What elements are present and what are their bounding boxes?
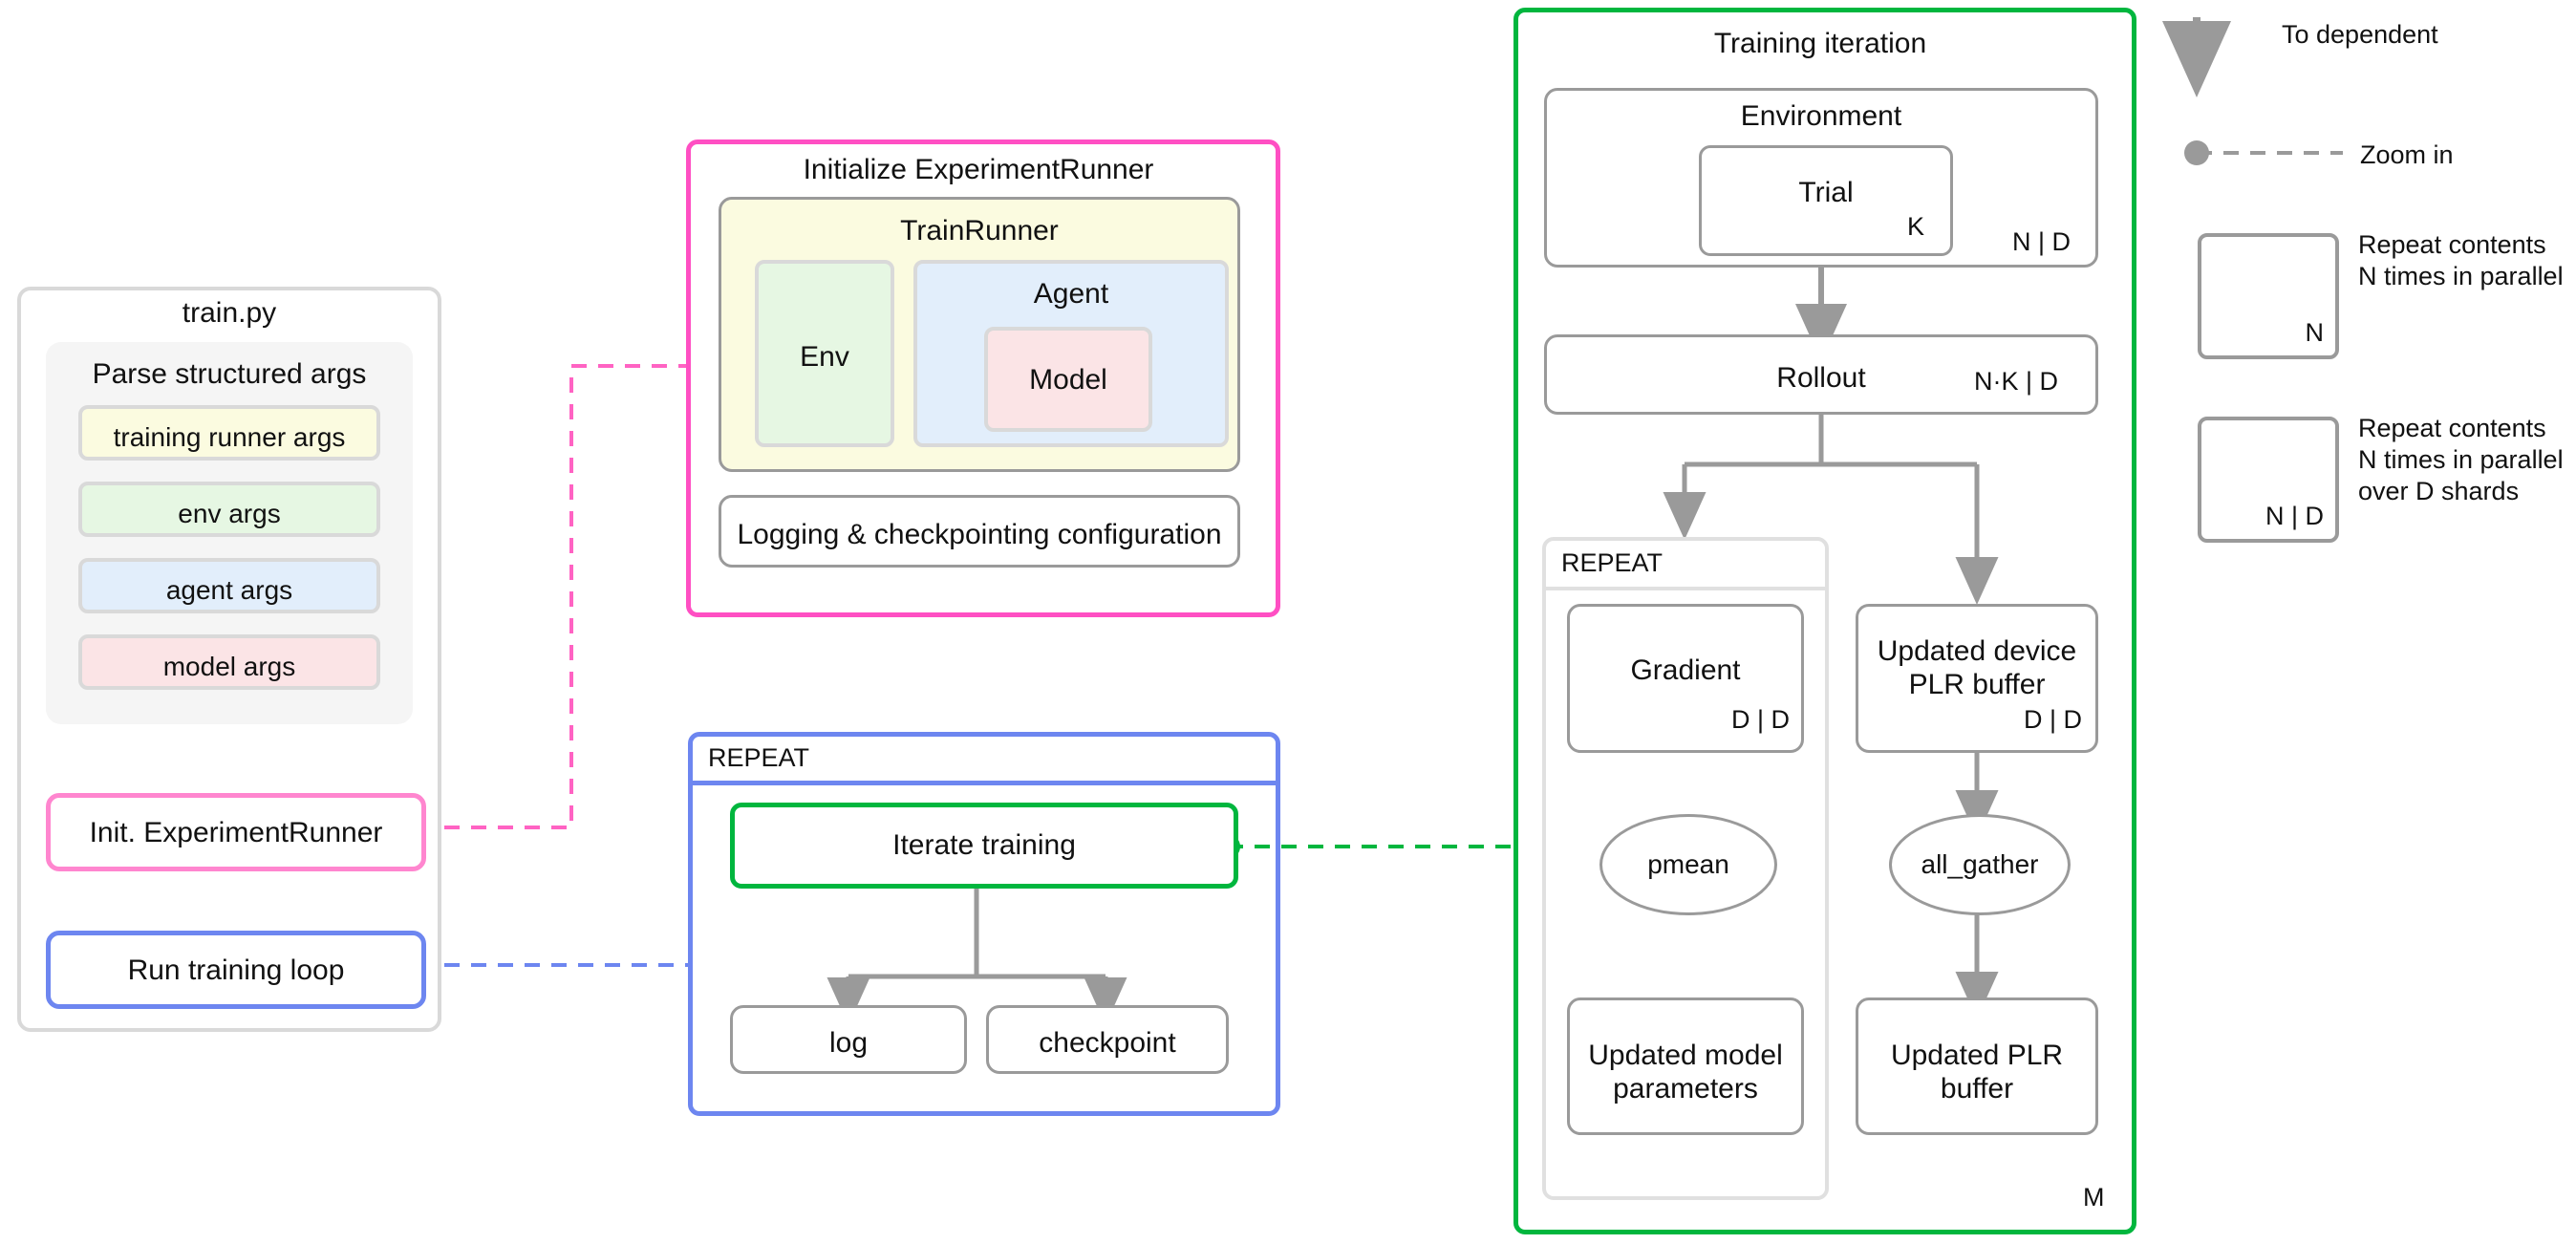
legend-box-n-icon: N: [2198, 233, 2339, 359]
device-buffer-corner-label: D | D: [2024, 705, 2083, 734]
training-iteration-title: Training iteration: [1713, 28, 1927, 59]
logging-checkpointing-block[interactable]: Logging & checkpointing configuration: [719, 495, 1240, 568]
pmean-label: pmean: [1647, 849, 1729, 879]
rollout-corner-label: N·K | D: [1974, 367, 2059, 396]
legend-box-nd-icon: N | D: [2198, 417, 2339, 543]
arg-chip-agent[interactable]: agent args: [78, 558, 380, 613]
agent-block-label: Agent: [1033, 278, 1109, 310]
init-experiment-runner-label: Init. ExperimentRunner: [89, 817, 383, 848]
training-iteration-corner-label: M: [2083, 1183, 2105, 1212]
parse-structured-args-title: Parse structured args: [92, 358, 367, 390]
run-training-loop-label: Run training loop: [127, 954, 345, 986]
iterate-training-node[interactable]: Iterate training: [730, 803, 1238, 889]
legend-box-nd-corner: N | D: [2265, 502, 2324, 530]
iterate-training-label: Iterate training: [892, 829, 1076, 861]
init-experiment-runner-node[interactable]: Init. ExperimentRunner: [46, 793, 426, 871]
inner-repeat-header-label: REPEAT: [1561, 548, 1664, 577]
updated-model-parameters-block: Updated model parameters: [1567, 997, 1804, 1135]
checkpoint-node[interactable]: checkpoint: [986, 1005, 1229, 1074]
legend-item-repeat-n-label: Repeat contents N times in parallel: [2358, 230, 2564, 290]
env-block-label: Env: [800, 341, 849, 373]
all-gather-label: all_gather: [1921, 849, 2039, 879]
inner-repeat-header: REPEAT: [1546, 541, 1825, 590]
arg-chip-label: agent args: [165, 575, 293, 605]
pmean-node: pmean: [1599, 814, 1777, 915]
legend-item-to-dependent-label: To dependent: [2282, 20, 2438, 49]
repeat-panel-header-label: REPEAT: [708, 743, 810, 772]
initialize-panel-title: Initialize ExperimentRunner: [803, 154, 1154, 185]
log-node[interactable]: log: [730, 1005, 967, 1074]
environment-corner-label: N | D: [2012, 227, 2072, 256]
arg-chip-label: env args: [178, 499, 281, 528]
arg-chip-label: model args: [162, 652, 296, 681]
run-training-loop-node[interactable]: Run training loop: [46, 931, 426, 1009]
legend-item-zoom-in-label: Zoom in: [2360, 140, 2454, 169]
train-py-title: train.py: [182, 297, 277, 329]
gradient-label: Gradient: [1630, 654, 1741, 686]
diagram-canvas: train.py Parse structured args training …: [0, 0, 2576, 1244]
updated-device-plr-buffer-label: Updated device PLR buffer: [1877, 635, 2077, 701]
environment-title: Environment: [1740, 100, 1902, 132]
model-block-label: Model: [1029, 364, 1107, 396]
repeat-panel-header: REPEAT: [693, 737, 1276, 785]
trial-corner-label: K: [1907, 212, 1925, 241]
log-node-label: log: [828, 1027, 869, 1059]
trial-block-label: Trial: [1798, 177, 1854, 208]
logging-checkpointing-label: Logging & checkpointing configuration: [737, 519, 1222, 550]
arg-chip-env[interactable]: env args: [78, 482, 380, 537]
arg-chip-model[interactable]: model args: [78, 634, 380, 690]
updated-plr-buffer-label: Updated PLR buffer: [1890, 1040, 2064, 1105]
gradient-corner-label: D | D: [1731, 705, 1791, 734]
arg-chip-label: training runner args: [113, 422, 346, 452]
legend-item-repeat-nd-label: Repeat contents N times in parallel over…: [2358, 414, 2564, 505]
legend-box-n-corner: N: [2305, 318, 2325, 347]
arg-chip-training-runner[interactable]: training runner args: [78, 405, 380, 461]
updated-plr-buffer-block: Updated PLR buffer: [1856, 997, 2098, 1135]
updated-model-parameters-label: Updated model parameters: [1588, 1040, 1783, 1105]
train-runner-title: TrainRunner: [900, 215, 1059, 247]
checkpoint-node-label: checkpoint: [1039, 1027, 1176, 1059]
all-gather-node: all_gather: [1889, 814, 2071, 915]
